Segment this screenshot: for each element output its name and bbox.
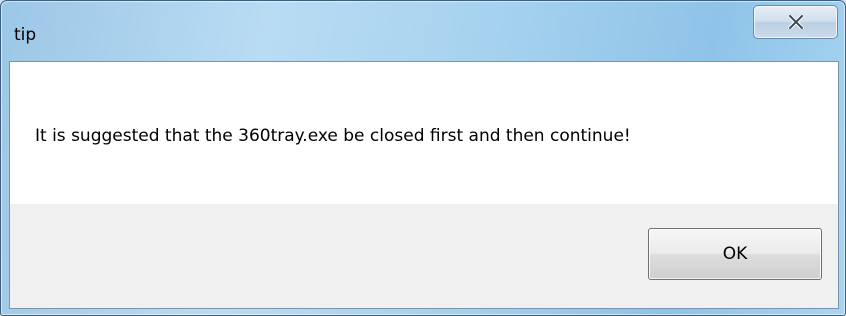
window-title: tip — [14, 25, 37, 45]
message-panel: It is suggested that the 360tray.exe be … — [10, 62, 838, 204]
dialog-window: tip It is suggested that the 360tray.exe… — [0, 0, 846, 316]
button-panel: OK — [10, 204, 838, 308]
close-icon — [787, 15, 804, 29]
title-bar[interactable]: tip — [1, 1, 845, 61]
dialog-client-area: It is suggested that the 360tray.exe be … — [9, 61, 839, 309]
ok-button[interactable]: OK — [648, 228, 822, 280]
dialog-message: It is suggested that the 360tray.exe be … — [35, 126, 631, 146]
close-button[interactable] — [753, 5, 838, 39]
